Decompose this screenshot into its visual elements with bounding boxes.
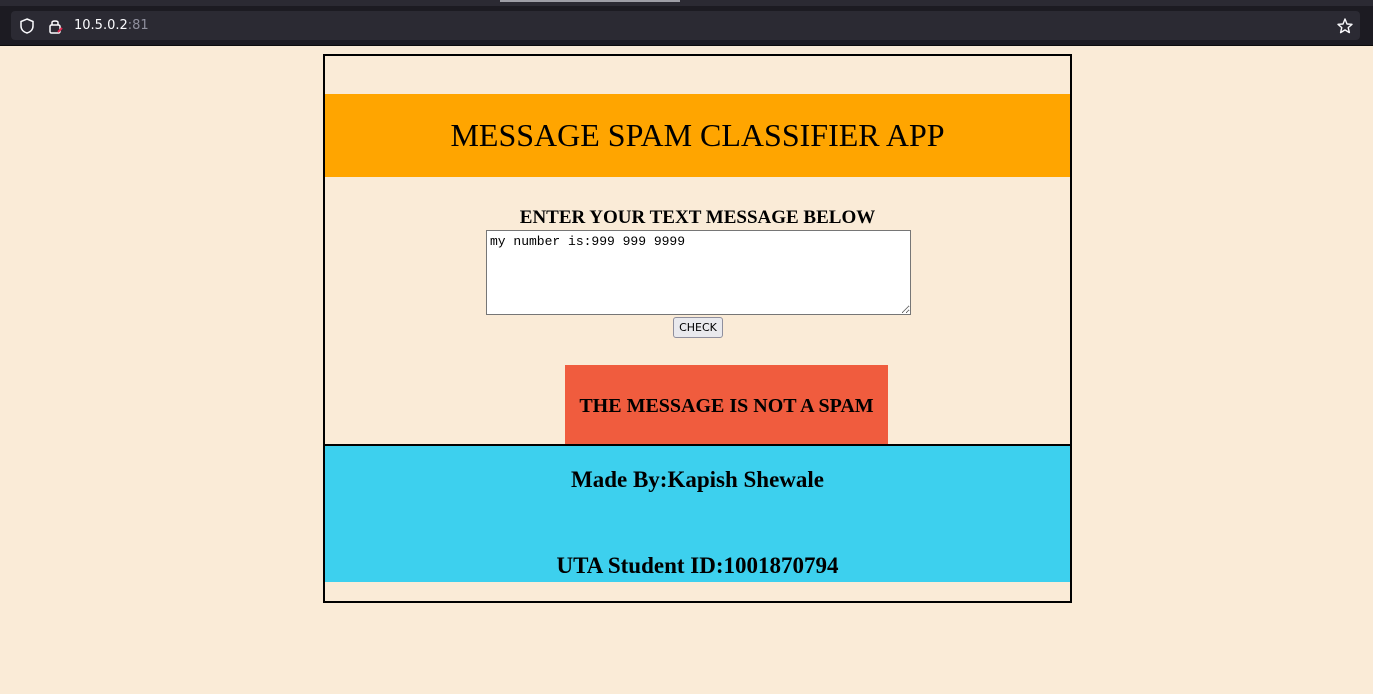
message-textarea[interactable]: my number is:999 999 9999 xyxy=(486,230,911,315)
app-container: MESSAGE SPAM CLASSIFIER APP ENTER YOUR T… xyxy=(323,54,1072,603)
lock-icon[interactable] xyxy=(46,17,64,35)
url-host: 10.5.0.2 xyxy=(74,18,128,33)
url-port: :81 xyxy=(127,18,149,33)
result-box: THE MESSAGE IS NOT A SPAM xyxy=(565,365,888,445)
message-input-label: ENTER YOUR TEXT MESSAGE BELOW xyxy=(519,207,876,228)
author-credit: Made By:Kapish Shewale xyxy=(570,467,825,492)
page-title: MESSAGE SPAM CLASSIFIER APP xyxy=(450,117,945,153)
shield-icon[interactable] xyxy=(18,17,36,35)
result-text: THE MESSAGE IS NOT A SPAM xyxy=(579,395,874,417)
active-tab-indicator[interactable] xyxy=(500,0,680,2)
header-banner: MESSAGE SPAM CLASSIFIER APP xyxy=(325,94,1070,177)
address-bar[interactable]: 10.5.0.2:81 xyxy=(11,11,1360,40)
footer-banner: Made By:Kapish Shewale UTA Student ID:10… xyxy=(325,444,1070,582)
student-id: UTA Student ID:1001870794 xyxy=(556,553,839,578)
browser-toolbar: 10.5.0.2:81 xyxy=(0,6,1373,46)
star-icon[interactable] xyxy=(1336,17,1354,35)
url-text[interactable]: 10.5.0.2:81 xyxy=(74,16,149,36)
check-button[interactable]: CHECK xyxy=(673,317,723,338)
